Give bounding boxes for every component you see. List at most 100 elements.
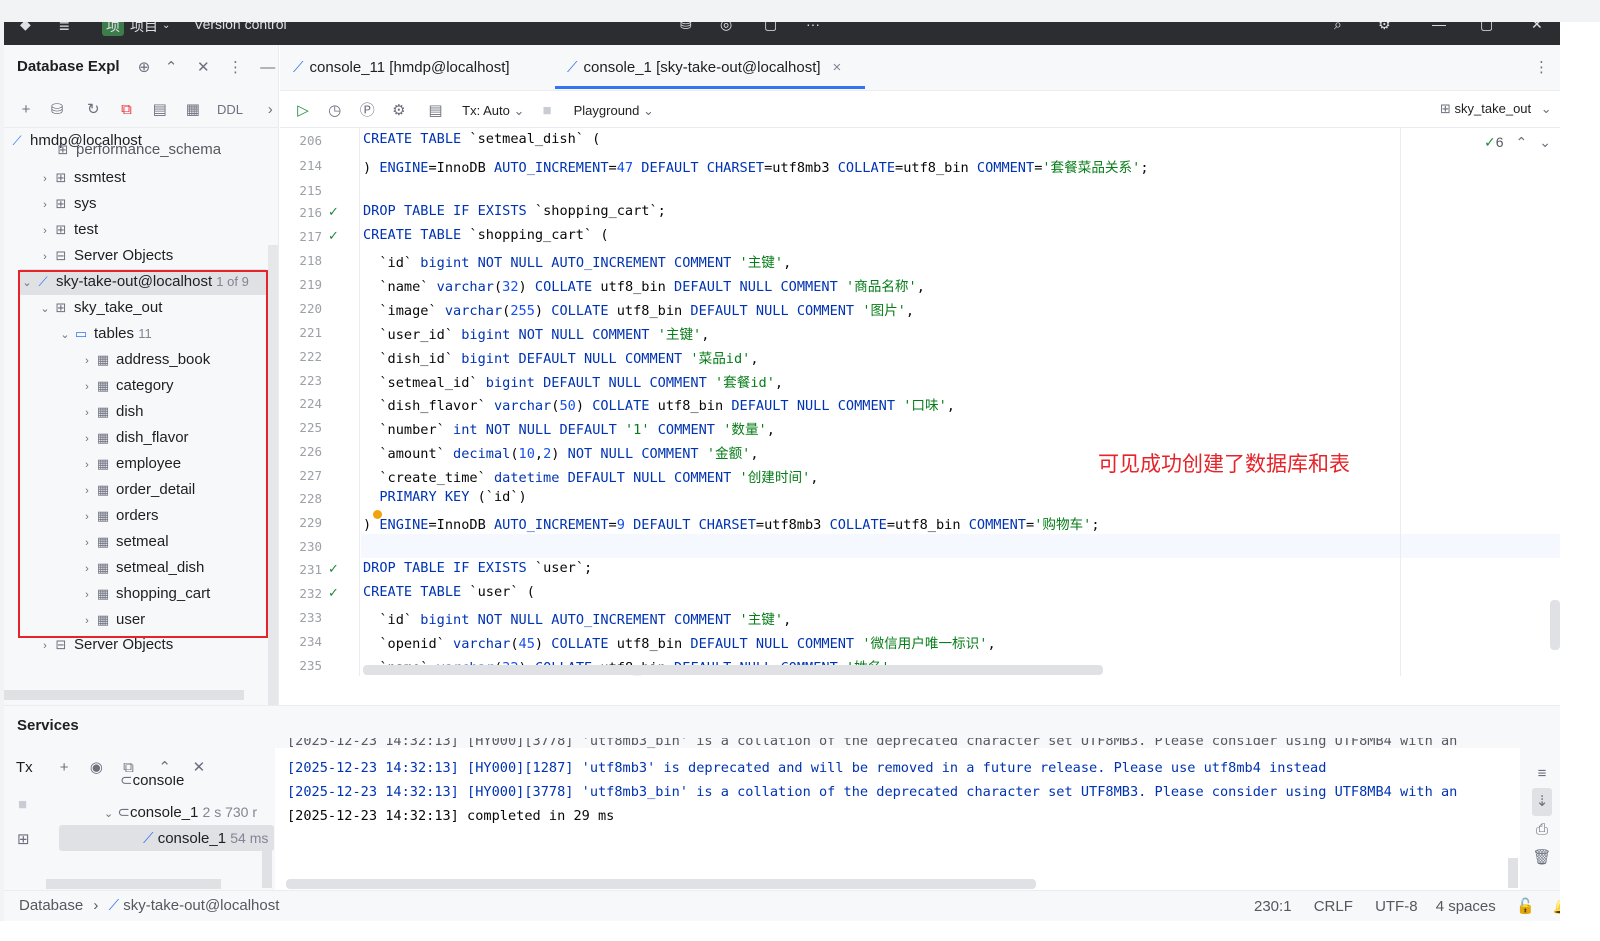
executed-check-icon: ✓ <box>328 561 339 576</box>
ddl-button[interactable]: DDL <box>209 102 251 117</box>
execute-icon[interactable]: ▷ <box>292 101 314 119</box>
chevron-down-icon[interactable]: ⌄ <box>1539 134 1551 150</box>
chevron-down-icon[interactable]: ⌄ <box>104 808 113 820</box>
tab-console-11[interactable]: ⟋ console_11 [hmdp@localhost] <box>293 59 510 76</box>
disconnect-icon[interactable]: ⧉ <box>115 101 139 118</box>
add-icon[interactable]: + <box>14 101 38 118</box>
hide-panel-icon[interactable]: — <box>254 59 282 76</box>
editor-horizontal-scrollbar[interactable] <box>363 665 1103 675</box>
close-tab-icon[interactable]: × <box>833 59 842 76</box>
lock-icon[interactable]: 🔓 <box>1516 898 1535 915</box>
file-encoding[interactable]: UTF-8 <box>1375 898 1418 915</box>
settings-icon[interactable]: ⚙ <box>383 101 415 119</box>
search-icon[interactable]: ⌕ <box>1334 22 1342 33</box>
services-toolbar: Tx + ◉ ⧉ ⌃ ✕ <box>16 758 211 776</box>
playground-dropdown[interactable]: Playground ⌄ <box>574 103 654 119</box>
line-ending[interactable]: CRLF <box>1314 898 1353 915</box>
tree-item-test[interactable]: › ⊞ test <box>38 217 98 243</box>
print-icon[interactable]: ⎙ <box>1532 816 1552 844</box>
services-item-console[interactable]: ⊂console <box>120 776 270 792</box>
tree-item-performance-schema[interactable]: ⊞ performance_schema <box>40 143 222 159</box>
results-layout-icon[interactable]: ▤ <box>419 101 453 119</box>
line-number: 216 <box>299 205 322 220</box>
line-number: 218 <box>299 253 322 268</box>
more-icon[interactable]: ··· <box>806 22 820 32</box>
tree-vertical-scrollbar[interactable] <box>268 245 278 705</box>
services-tree-vscrollbar[interactable] <box>262 848 272 888</box>
tab-console-1[interactable]: ⟋ console_1 [sky-take-out@localhost] × <box>567 59 841 76</box>
chevron-up-icon[interactable]: ⌃ <box>1516 134 1528 150</box>
locate-icon[interactable]: ⊕ <box>135 58 153 76</box>
settings-icon[interactable]: ⚙ <box>1378 22 1391 33</box>
data-source-properties-icon[interactable]: ⛁ <box>42 100 72 118</box>
indent-setting[interactable]: 4 spaces <box>1436 898 1496 915</box>
scroll-to-end-icon[interactable]: ⇣ <box>1532 788 1552 816</box>
tree-item-ssmtest[interactable]: › ⊞ ssmtest <box>38 165 126 191</box>
line-number: 235 <box>299 658 322 673</box>
vcs-menu[interactable]: Version control <box>194 22 287 32</box>
ai-assistant-icon[interactable]: ◎ <box>720 22 732 33</box>
chevron-right-icon[interactable]: › <box>38 192 52 218</box>
database-icon[interactable]: ⛁ <box>680 22 692 33</box>
breadcrumb-datasource[interactable]: sky-take-out@localhost <box>123 897 279 914</box>
services-item-console-1[interactable]: ⌄ ⊂console_1 2 s 730 r <box>104 803 274 821</box>
stop-icon[interactable]: ■ <box>528 102 566 119</box>
jump-to-console-icon[interactable]: ▤ <box>143 100 177 118</box>
minimize-icon[interactable]: — <box>1432 22 1446 32</box>
add-icon[interactable]: + <box>50 759 78 776</box>
line-number: 232 <box>299 586 322 601</box>
services-tree-scrollbar[interactable] <box>46 879 221 889</box>
refresh-icon[interactable]: ↻ <box>76 100 110 118</box>
code-line: PRIMARY KEY (`id`) <box>379 489 527 505</box>
options-icon[interactable]: ⋮ <box>222 58 250 76</box>
collapse-all-icon[interactable]: ✕ <box>187 758 211 776</box>
log-horizontal-scrollbar[interactable] <box>286 879 1036 889</box>
services-item-console-1-selected[interactable]: ⟋ console_1 54 ms <box>59 825 274 851</box>
tree-item-server-objects[interactable]: › ⊟ Server Objects <box>38 243 173 269</box>
app-logo-icon[interactable]: ◆ <box>20 22 31 33</box>
right-margin-guide <box>1400 128 1401 676</box>
code-line: `name` varchar(32) COLLATE utf8_bin DEFA… <box>363 279 925 295</box>
collapse-all-icon[interactable]: ✕ <box>189 58 217 76</box>
breadcrumb-database[interactable]: Database <box>19 897 83 914</box>
chevron-right-icon[interactable]: › <box>38 166 52 192</box>
chevron-right-icon[interactable]: › <box>38 244 52 270</box>
explain-plan-icon[interactable]: Ⓟ <box>355 99 379 120</box>
tx-button[interactable]: Tx <box>16 759 46 776</box>
hamburger-icon[interactable]: ≡ <box>59 22 70 37</box>
tree-horizontal-scrollbar[interactable] <box>4 690 244 700</box>
schema-icon: ⊞ <box>55 196 67 211</box>
clear-icon[interactable]: 🗑 <box>1532 844 1552 872</box>
tree-item-sys[interactable]: › ⊞ sys <box>38 191 96 218</box>
tx-mode-dropdown[interactable]: Tx: Auto ⌄ <box>462 103 524 119</box>
view-icon[interactable]: ◉ <box>82 758 110 776</box>
intention-bulb-icon[interactable] <box>373 510 382 519</box>
close-window-icon[interactable]: ✕ <box>1531 22 1543 33</box>
history-icon[interactable]: ◷ <box>318 101 352 119</box>
schema-selector[interactable]: ⊞ sky_take_out ⌄ <box>1440 101 1552 117</box>
line-number: 221 <box>299 325 322 340</box>
stop-icon[interactable]: ■ <box>18 796 27 813</box>
editor-vertical-scrollbar[interactable] <box>1550 600 1560 650</box>
chevron-right-icon[interactable]: › <box>38 218 52 244</box>
line-number: 231 <box>299 562 322 577</box>
log-vertical-scrollbar[interactable] <box>1508 858 1518 888</box>
project-menu[interactable]: 项目 <box>130 22 158 36</box>
new-tab-icon[interactable]: ⧉ <box>115 759 143 776</box>
tab-options-icon[interactable]: ⋮ <box>1534 58 1549 76</box>
code-line: CREATE TABLE `user` ( <box>363 584 535 600</box>
table-view-icon[interactable]: ▦ <box>181 100 205 118</box>
expand-all-icon[interactable]: ⌃ <box>157 58 185 76</box>
expand-all-icon[interactable]: ⌃ <box>147 758 183 776</box>
line-number: 233 <box>299 610 322 625</box>
caret-position[interactable]: 230:1 <box>1254 898 1292 915</box>
soft-wrap-icon[interactable]: ≡ <box>1532 760 1552 788</box>
schema-icon: ⊞ <box>55 170 67 185</box>
code-line: CREATE TABLE `setmeal_dish` ( <box>363 131 601 147</box>
window-icon[interactable]: ▢ <box>764 22 777 33</box>
maximize-icon[interactable]: ▢ <box>1480 22 1493 33</box>
inspection-widget[interactable]: ✓6 ⌃ ⌄ <box>1484 134 1551 151</box>
line-number: 229 <box>299 515 322 530</box>
layout-icon[interactable]: ⊞ <box>17 830 30 848</box>
line-number: 220 <box>299 301 322 316</box>
